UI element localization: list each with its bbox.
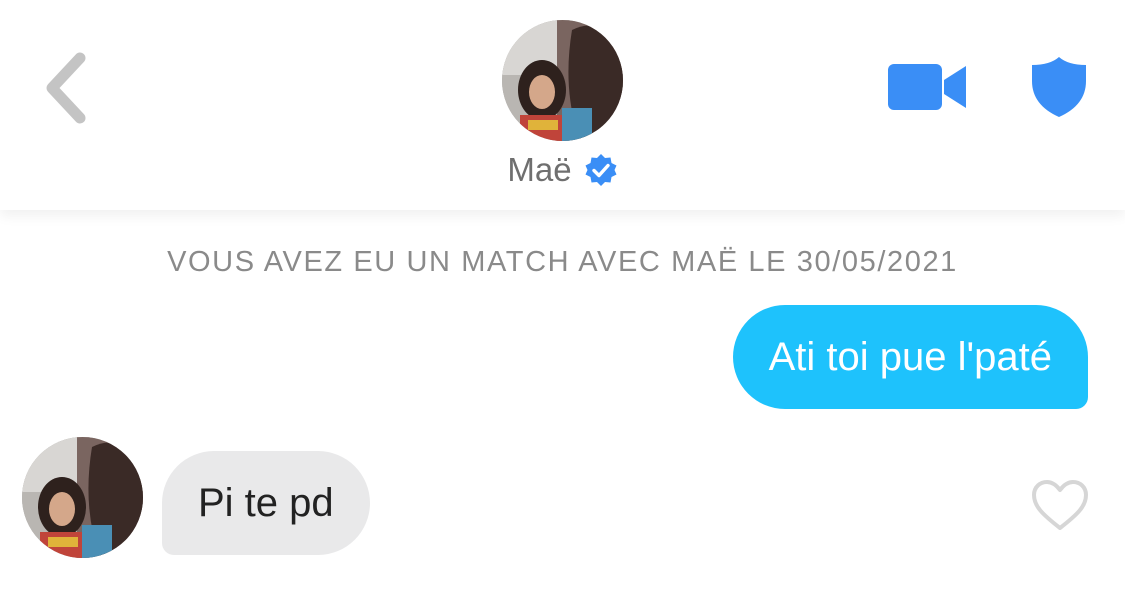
like-message-button[interactable] <box>1030 478 1090 532</box>
profile-name-row[interactable]: Maë <box>0 148 1125 192</box>
sender-avatar[interactable] <box>22 437 143 558</box>
verified-check-icon <box>585 154 617 186</box>
video-call-button[interactable] <box>886 62 968 112</box>
profile-photo-image <box>502 20 623 141</box>
chat-header: Maë <box>0 0 1125 210</box>
message-bubble-received[interactable]: Pi te pd <box>162 451 370 555</box>
match-notice: VOUS AVEZ EU UN MATCH AVEC MAË LE 30/05/… <box>167 246 958 278</box>
safety-button[interactable] <box>1030 55 1088 119</box>
video-camera-icon <box>888 64 966 110</box>
chevron-left-icon <box>46 52 86 124</box>
profile-name: Maë <box>507 151 572 188</box>
message-bubble-sent[interactable]: Ati toi pue l'paté <box>732 305 1088 409</box>
back-button[interactable] <box>38 48 98 128</box>
shield-icon <box>1032 57 1086 117</box>
profile-avatar[interactable] <box>502 20 623 141</box>
heart-outline-icon <box>1032 480 1088 530</box>
sender-photo-image <box>22 437 143 558</box>
